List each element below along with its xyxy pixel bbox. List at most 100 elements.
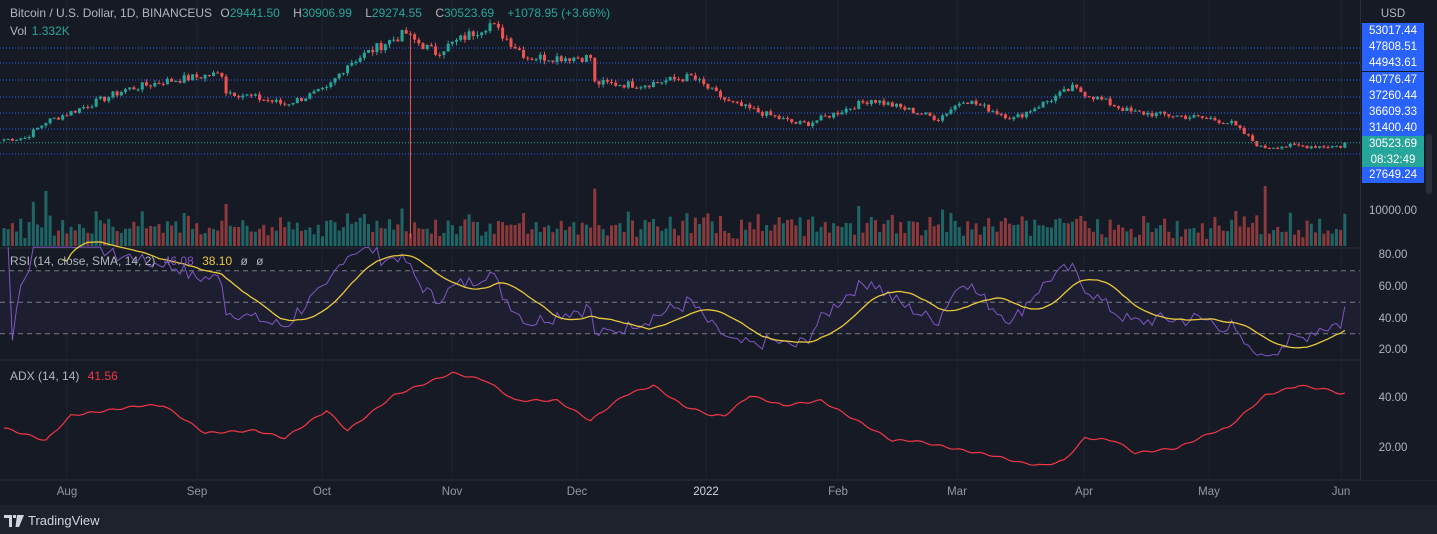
rsi-extra-2: ø	[256, 254, 264, 268]
volume-bar	[890, 214, 894, 246]
volume-bar	[773, 224, 777, 246]
candle-body	[320, 87, 324, 90]
candle-body	[555, 56, 559, 63]
candle-body	[1343, 142, 1347, 148]
volume-bar	[1301, 237, 1305, 246]
candle-body	[936, 119, 940, 121]
candle-body	[819, 115, 823, 121]
volume-bar	[878, 231, 882, 246]
candle-body	[1255, 140, 1259, 147]
volume-bar	[480, 235, 484, 246]
volume-bar	[132, 221, 136, 246]
time-label: Oct	[313, 486, 331, 498]
volume-bar	[656, 226, 660, 246]
volume-bar	[911, 221, 915, 246]
volume-bar	[258, 228, 262, 246]
candle-body	[165, 78, 169, 85]
candle-body	[823, 115, 827, 117]
candle-body	[987, 104, 991, 112]
candle-body	[1234, 120, 1238, 126]
volume-bar	[429, 233, 433, 246]
symbol-title[interactable]: Bitcoin / U.S. Dollar, 1D, BINANCEUS	[10, 6, 212, 20]
candle-body	[19, 138, 23, 140]
candle-body	[593, 57, 597, 82]
adx-label[interactable]: ADX (14, 14)	[10, 369, 79, 383]
volume-bar	[241, 220, 245, 246]
volume-bar	[681, 220, 685, 246]
candle-body	[1016, 114, 1020, 118]
candle-body	[1137, 110, 1141, 112]
volume-bar	[664, 228, 668, 246]
candle-body	[1297, 144, 1301, 146]
candle-body	[1305, 145, 1309, 149]
candle-body	[827, 116, 831, 118]
volume-bar	[287, 221, 291, 246]
candle-body	[861, 100, 865, 103]
volume-bar	[1318, 218, 1322, 246]
volume-bar	[739, 219, 743, 246]
tradingview-logo[interactable]: TradingView	[4, 513, 100, 528]
volume-bar	[698, 224, 702, 246]
candle-body	[77, 108, 81, 113]
candle-body	[224, 76, 228, 94]
volume-bar	[1125, 231, 1129, 246]
volume-bar	[689, 233, 693, 246]
volume-bar	[61, 220, 65, 246]
volume-bar	[161, 232, 165, 246]
candle-body	[1050, 100, 1053, 102]
candle-body	[304, 98, 308, 101]
candle-body	[811, 122, 815, 127]
candle-body	[534, 59, 538, 61]
volume-bar	[149, 226, 153, 246]
candle-body	[52, 117, 56, 119]
candle-body	[1251, 135, 1255, 141]
candle-body	[1079, 87, 1083, 93]
candle-body	[228, 92, 232, 94]
candle-body	[647, 85, 651, 88]
volume-bar	[1070, 221, 1074, 246]
volume-bar	[995, 231, 999, 246]
candle-body	[878, 100, 882, 103]
candle-body	[480, 32, 484, 36]
chart-canvas[interactable]	[0, 0, 1437, 505]
volume-bar	[978, 234, 982, 246]
candle-body	[781, 117, 785, 119]
price-level-label: 31400.40	[1362, 120, 1424, 136]
volume-bar	[928, 216, 932, 246]
volume-bar	[706, 213, 710, 246]
volume-label[interactable]: Vol	[10, 24, 27, 38]
volume-bar	[1334, 228, 1338, 246]
volume-bar	[1079, 215, 1083, 246]
candle-body	[375, 43, 379, 53]
time-label: Mar	[947, 486, 967, 498]
candle-body	[773, 115, 777, 117]
volume-bar	[886, 220, 890, 246]
volume-bar	[1112, 229, 1116, 246]
volume-bar	[299, 230, 303, 246]
volume-bar	[442, 232, 446, 246]
candle-body	[241, 95, 245, 98]
price-axis-scrollbar[interactable]	[1426, 134, 1432, 194]
volume-bar	[1075, 218, 1079, 246]
chart-area[interactable]: Bitcoin / U.S. Dollar, 1D, BINANCEUS O29…	[0, 0, 1437, 505]
volume-bar	[1221, 230, 1225, 246]
volume-bar	[1272, 230, 1276, 246]
candle-body	[664, 80, 668, 83]
candle-body	[509, 38, 513, 47]
candle-body	[1309, 146, 1313, 149]
volume-bar	[932, 226, 936, 246]
volume-bar	[1129, 228, 1133, 246]
volume-bar	[597, 225, 601, 246]
volume-bar	[777, 217, 781, 246]
rsi-label[interactable]: RSI (14, close, SMA, 14, 2)	[10, 254, 155, 268]
volume-bar	[1033, 219, 1037, 246]
time-label: 2022	[693, 486, 719, 498]
candle-body	[65, 115, 69, 117]
candle-body	[182, 75, 186, 83]
candle-body	[354, 61, 358, 63]
volume-bar	[362, 214, 366, 246]
volume-bar	[635, 236, 639, 246]
candle-body	[1288, 143, 1292, 147]
candle-body	[999, 113, 1003, 115]
candle-body	[103, 96, 107, 102]
